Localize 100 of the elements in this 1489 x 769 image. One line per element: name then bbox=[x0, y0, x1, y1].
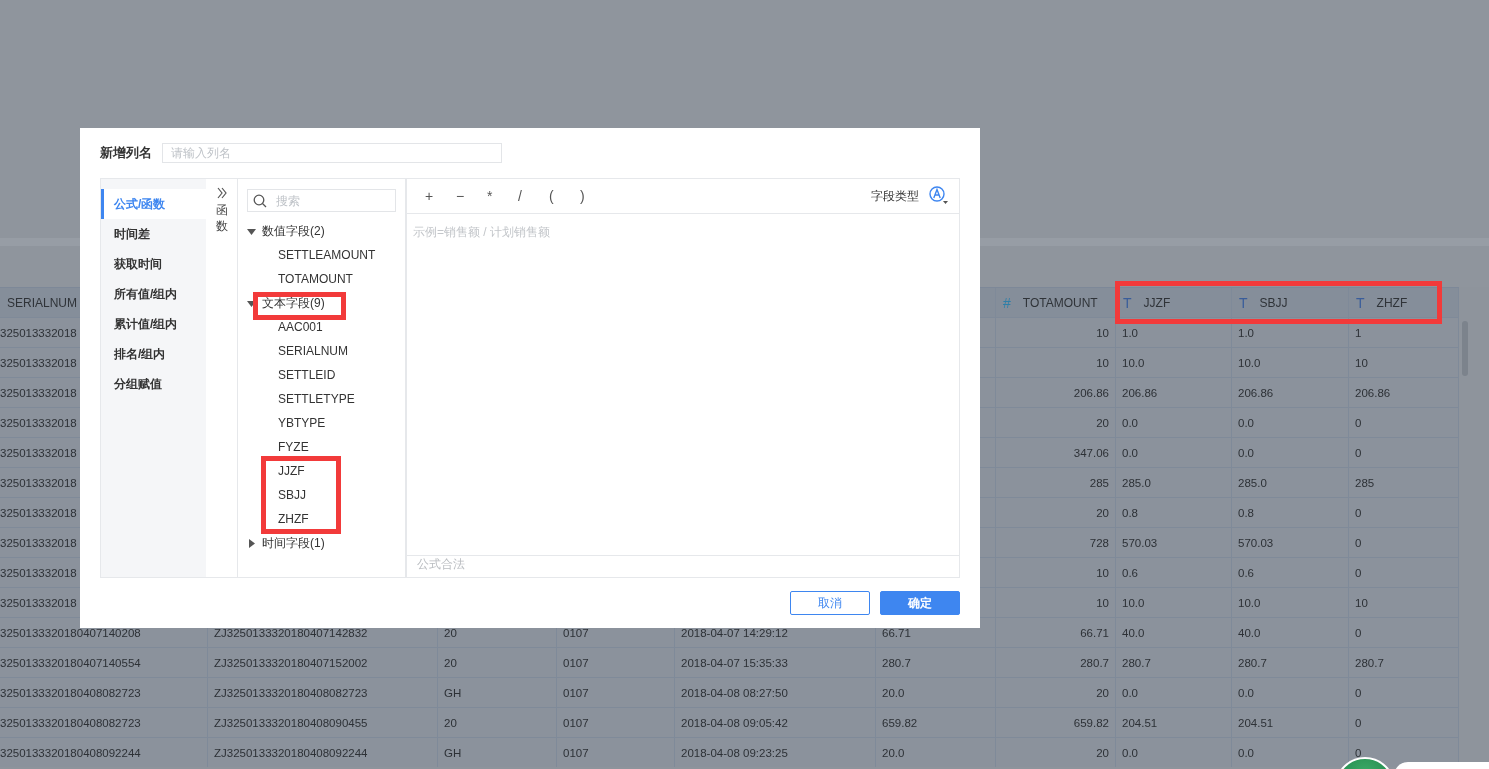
table-cell: 0107 bbox=[563, 686, 589, 699]
operator-button[interactable]: * bbox=[487, 188, 518, 204]
table-cell: 10 bbox=[1096, 596, 1109, 609]
table-cell: 10 bbox=[1355, 596, 1368, 609]
nav-item[interactable]: 获取时间 bbox=[101, 249, 206, 279]
table-cell: 0 bbox=[1355, 446, 1362, 459]
tree-group-label[interactable]: 时间字段(1) bbox=[262, 534, 325, 552]
table-cell: 2018-04-08 08:27:50 bbox=[681, 686, 788, 699]
table-cell: GH bbox=[444, 746, 462, 759]
collapsed-triangle-icon[interactable] bbox=[247, 538, 256, 548]
table-cell: 0.0 bbox=[1238, 686, 1254, 699]
table-cell: 10 bbox=[1096, 326, 1109, 339]
table-cell: 2018-04-08 09:05:42 bbox=[681, 716, 788, 729]
field-item[interactable]: TOTAMOUNT bbox=[278, 272, 353, 286]
expanded-triangle-icon[interactable] bbox=[247, 226, 256, 236]
table-cell: 280.7 bbox=[1080, 656, 1109, 669]
table-cell: 10.0 bbox=[1122, 596, 1145, 609]
table-cell: 570.03 bbox=[1238, 536, 1274, 549]
nav-item[interactable]: 累计值/组内 bbox=[101, 309, 206, 339]
table-cell: 20 bbox=[1096, 686, 1109, 699]
nav-item[interactable]: 排名/组内 bbox=[101, 339, 206, 369]
field-item[interactable]: YBTYPE bbox=[278, 416, 326, 430]
nav-item[interactable]: 分组赋值 bbox=[101, 369, 206, 399]
field-item[interactable]: AAC001 bbox=[278, 320, 323, 334]
field-item[interactable]: JJZF bbox=[278, 464, 305, 478]
table-cell: 66.71 bbox=[1080, 626, 1109, 639]
table-cell: 206.86 bbox=[1238, 386, 1274, 399]
table-cell: 325013332018 bbox=[0, 416, 77, 429]
function-tab[interactable]: 函数 bbox=[215, 203, 228, 235]
table-cell: ZJ3250133320180407152002 bbox=[214, 656, 368, 669]
table-cell: 10.0 bbox=[1122, 356, 1145, 369]
cancel-button[interactable]: 取消 bbox=[790, 591, 870, 615]
table-cell: 0107 bbox=[563, 626, 589, 639]
table-cell: 0 bbox=[1355, 626, 1362, 639]
column-name-field[interactable]: 请输入列名 bbox=[162, 143, 502, 163]
table-cell: 0 bbox=[1355, 506, 1362, 519]
column-header[interactable]: SBJJ bbox=[1259, 295, 1288, 310]
type-icon: # bbox=[1003, 294, 1011, 311]
confirm-button[interactable]: 确定 bbox=[880, 591, 960, 615]
circled-a-icon[interactable] bbox=[929, 186, 949, 206]
column-header[interactable]: ZHZF bbox=[1376, 295, 1408, 310]
table-cell: 2018-04-07 14:29:12 bbox=[681, 626, 788, 639]
table-cell: 659.82 bbox=[882, 716, 918, 729]
table-cell: 0 bbox=[1355, 416, 1362, 429]
nav-item[interactable]: 公式/函数 bbox=[101, 189, 206, 219]
tree-group-label[interactable]: 数值字段(2) bbox=[262, 222, 325, 240]
table-cell: 20.0 bbox=[882, 746, 905, 759]
table-cell: 1 bbox=[1355, 326, 1362, 339]
table-cell: 570.03 bbox=[1122, 536, 1158, 549]
table-cell: 204.51 bbox=[1238, 716, 1274, 729]
table-cell: 285.0 bbox=[1238, 476, 1267, 489]
table-cell: 40.0 bbox=[1238, 626, 1261, 639]
table-cell: 285 bbox=[1089, 476, 1109, 489]
column-header[interactable]: TOTAMOUNT bbox=[1022, 295, 1098, 310]
table-cell: 10 bbox=[1096, 566, 1109, 579]
table-cell: 0.0 bbox=[1238, 746, 1254, 759]
search-icon bbox=[253, 194, 267, 208]
table-cell: 325013332018 bbox=[0, 326, 77, 339]
field-item[interactable]: SETTLEID bbox=[278, 368, 336, 382]
search-field[interactable]: 搜索 bbox=[247, 189, 396, 212]
table-cell: 0107 bbox=[563, 716, 589, 729]
table-cell: 280.7 bbox=[1238, 656, 1267, 669]
table-cell: 0.0 bbox=[1238, 416, 1254, 429]
table-cell: 20 bbox=[444, 716, 457, 729]
table-cell: 325013332018 bbox=[0, 506, 77, 519]
table-cell: 280.7 bbox=[1355, 656, 1384, 669]
table-cell: 0.6 bbox=[1122, 566, 1138, 579]
column-header[interactable]: JJZF bbox=[1143, 295, 1171, 310]
column-header[interactable]: SERIALNUM bbox=[7, 295, 77, 310]
field-item[interactable]: SBJJ bbox=[278, 488, 306, 502]
operator-button[interactable]: − bbox=[456, 188, 487, 204]
field-item[interactable]: FYZE bbox=[278, 440, 309, 454]
operator-button[interactable]: / bbox=[518, 188, 549, 204]
table-cell: 3250133320180407140208 bbox=[0, 626, 141, 639]
double-chevron-icon[interactable] bbox=[215, 187, 228, 199]
table-cell: 206.86 bbox=[1122, 386, 1158, 399]
nav-item[interactable]: 所有值/组内 bbox=[101, 279, 206, 309]
field-item[interactable]: SETTLETYPE bbox=[278, 392, 355, 406]
table-cell: ZJ3250133320180407142832 bbox=[214, 626, 368, 639]
expanded-triangle-icon[interactable] bbox=[247, 298, 256, 308]
operator-button[interactable]: ( bbox=[549, 188, 580, 204]
table-cell: ZJ3250133320180408092244 bbox=[214, 746, 368, 759]
field-item[interactable]: SERIALNUM bbox=[278, 344, 348, 358]
tree-group-label[interactable]: 文本字段(9) bbox=[262, 294, 325, 312]
table-cell: 325013332018 bbox=[0, 356, 77, 369]
field-item[interactable]: SETTLEAMOUNT bbox=[278, 248, 376, 262]
table-cell: 206.86 bbox=[1355, 386, 1391, 399]
table-cell: 0.8 bbox=[1122, 506, 1138, 519]
operator-button[interactable]: + bbox=[425, 188, 456, 204]
table-cell: ZJ3250133320180408082723 bbox=[214, 686, 368, 699]
field-item[interactable]: ZHZF bbox=[278, 512, 309, 526]
nav-item[interactable]: 时间差 bbox=[101, 219, 206, 249]
formula-status: 公式合法 bbox=[406, 556, 960, 578]
table-cell: 3250133320180408082723 bbox=[0, 686, 141, 699]
table-cell: 728 bbox=[1089, 536, 1109, 549]
table-cell: 0.0 bbox=[1122, 686, 1138, 699]
table-cell: 0.0 bbox=[1122, 746, 1138, 759]
field-type-label: 字段类型 bbox=[871, 187, 919, 205]
table-cell: 40.0 bbox=[1122, 626, 1145, 639]
operator-button[interactable]: ) bbox=[580, 188, 611, 204]
